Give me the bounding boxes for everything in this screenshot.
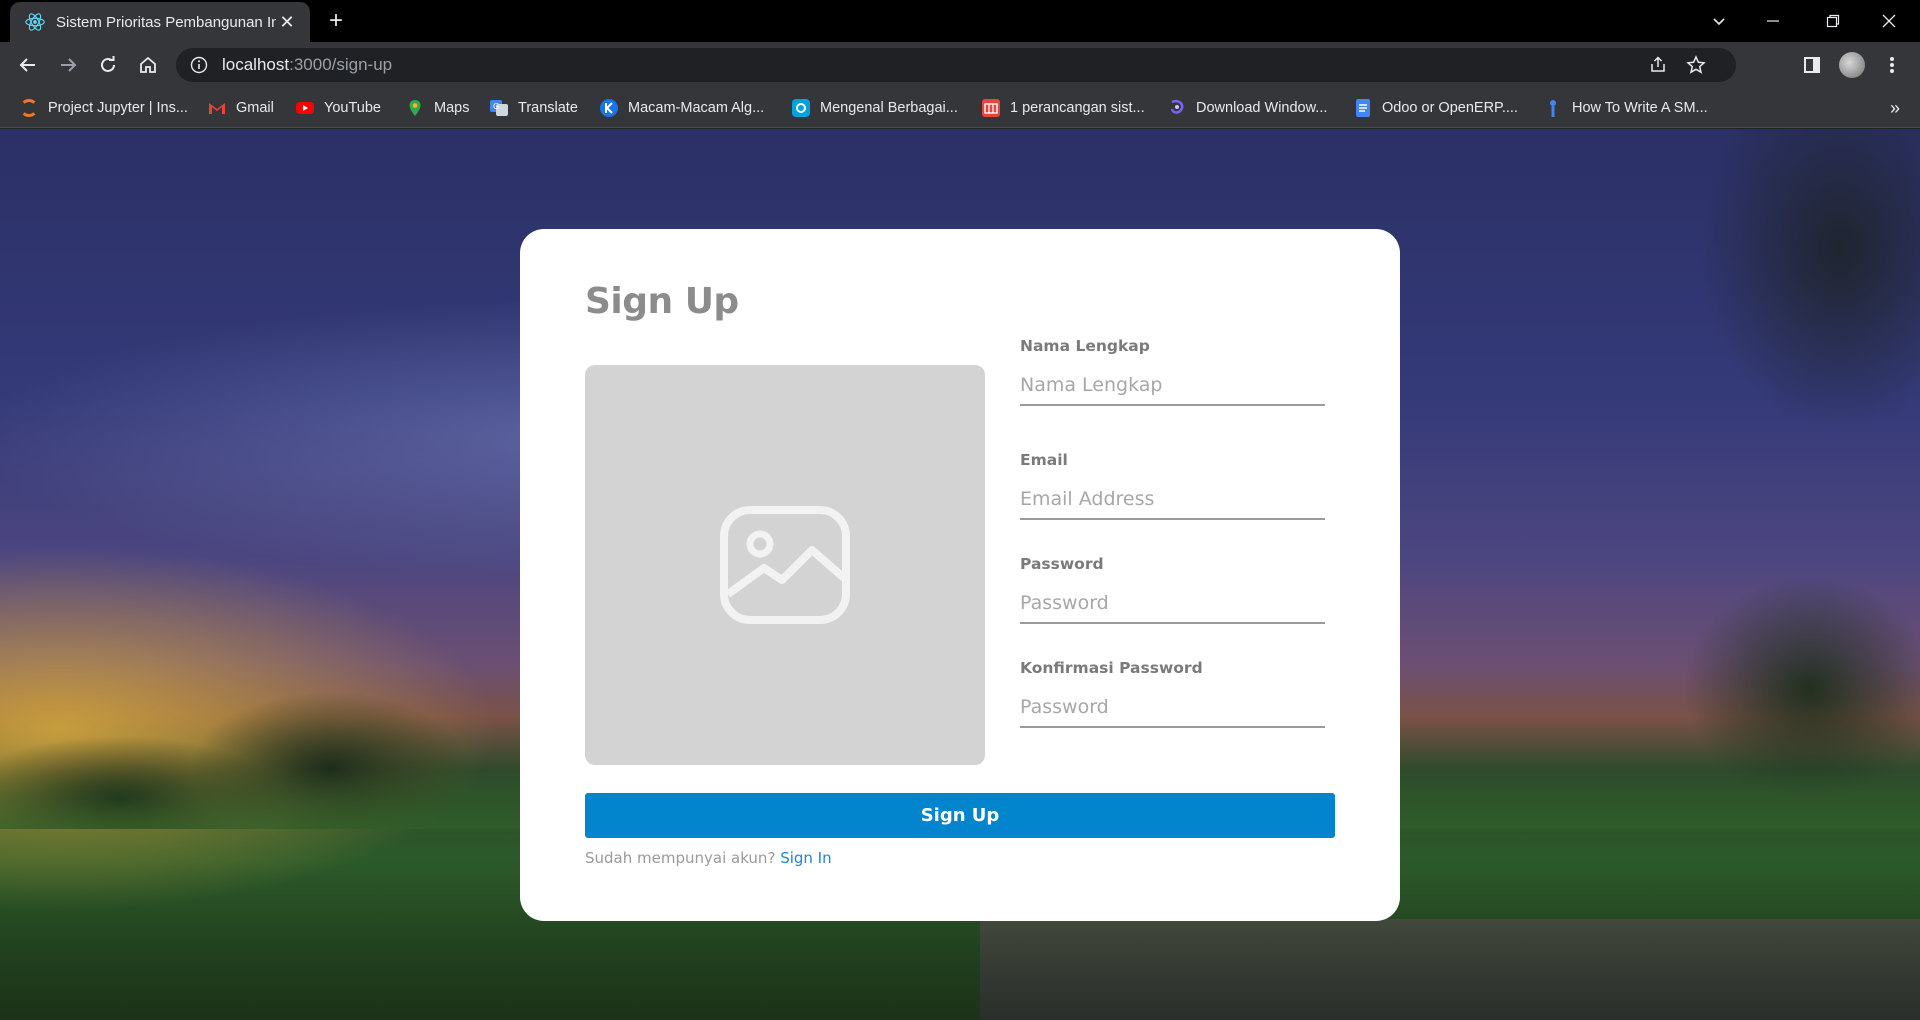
bookmark-item[interactable]: Project Jupyter | Ins... bbox=[20, 88, 188, 128]
menu-button[interactable] bbox=[1876, 49, 1908, 81]
email-input[interactable] bbox=[1020, 480, 1325, 520]
page-title: Sign Up bbox=[585, 281, 739, 322]
sign-in-link[interactable]: Sign In bbox=[780, 849, 831, 867]
info-icon[interactable] bbox=[190, 56, 208, 74]
bookmark-item[interactable]: G Translate bbox=[490, 88, 578, 128]
name-field: Nama Lengkap bbox=[1020, 336, 1325, 406]
bookmark-item[interactable]: 1 perancangan sist... bbox=[982, 88, 1145, 128]
bookmark-item[interactable]: Odoo or OpenERP.... bbox=[1354, 88, 1518, 128]
browser-tab[interactable]: Sistem Prioritas Pembangunan Infrastrukt… bbox=[10, 2, 310, 42]
bookmark-label: Translate bbox=[518, 100, 578, 116]
bookmark-label: Project Jupyter | Ins... bbox=[48, 100, 188, 116]
close-window-button[interactable] bbox=[1872, 6, 1906, 36]
reload-icon bbox=[101, 56, 115, 72]
gmail-icon bbox=[209, 103, 225, 114]
bookmark-item[interactable]: Download Window... bbox=[1168, 88, 1327, 128]
arrow-right-icon bbox=[61, 58, 77, 72]
k-icon bbox=[600, 99, 618, 117]
more-bookmarks-icon[interactable]: » bbox=[1890, 88, 1900, 128]
password-label: Password bbox=[1020, 555, 1104, 573]
home-button[interactable] bbox=[132, 49, 164, 81]
avatar bbox=[1839, 52, 1865, 78]
url-path: :3000/sign-up bbox=[289, 55, 393, 74]
forward-button[interactable] bbox=[52, 49, 84, 81]
background-water bbox=[980, 919, 1920, 1020]
sign-up-button[interactable]: Sign Up bbox=[585, 793, 1335, 838]
browser-toolbar: localhost:3000/sign-up bbox=[0, 42, 1920, 88]
share-icon[interactable] bbox=[1642, 48, 1674, 82]
browser-tab-strip: Sistem Prioritas Pembangunan Infrastrukt… bbox=[0, 0, 1920, 42]
email-label: Email bbox=[1020, 451, 1068, 469]
bookmark-item[interactable]: YouTube bbox=[296, 88, 381, 128]
bookmark-label: 1 perancangan sist... bbox=[1010, 100, 1145, 116]
email-field: Email bbox=[1020, 450, 1325, 520]
bookmark-label: YouTube bbox=[324, 100, 381, 116]
translate-icon: G bbox=[490, 100, 508, 116]
restore-button[interactable] bbox=[1816, 6, 1850, 36]
image-placeholder-icon bbox=[720, 506, 850, 624]
info-pin-icon bbox=[1550, 100, 1556, 117]
doc-icon bbox=[982, 99, 1000, 117]
arrow-left-icon bbox=[19, 58, 35, 72]
tab-search-icon[interactable] bbox=[1702, 6, 1736, 36]
confirm-password-label: Konfirmasi Password bbox=[1020, 659, 1203, 677]
confirm-password-input[interactable] bbox=[1020, 688, 1325, 728]
maps-icon bbox=[409, 100, 421, 116]
page-background: Sign Up Nama Lengkap Email Password Konf… bbox=[0, 129, 1920, 1020]
bookmark-label: Maps bbox=[434, 100, 470, 116]
star-icon[interactable] bbox=[1680, 48, 1712, 82]
jupyter-icon bbox=[20, 99, 38, 117]
bookmark-item[interactable]: Gmail bbox=[208, 88, 274, 128]
bookmark-label: How To Write A SM... bbox=[1572, 100, 1708, 116]
signin-prompt: Sudah mempunyai akun? Sign In bbox=[585, 849, 832, 867]
bookmark-label: Download Window... bbox=[1196, 100, 1328, 116]
bookmark-item[interactable]: How To Write A SM... bbox=[1544, 88, 1708, 128]
svg-text:G: G bbox=[493, 102, 499, 111]
download-icon bbox=[1170, 99, 1184, 114]
bookmark-item[interactable]: Maps bbox=[406, 88, 469, 128]
bookmark-label: Macam-Macam Alg... bbox=[628, 100, 765, 116]
back-button[interactable] bbox=[12, 49, 44, 81]
bookmark-label: Mengenal Berbagai... bbox=[820, 100, 958, 116]
profile-button[interactable] bbox=[1836, 49, 1868, 81]
bookmark-label: Odoo or OpenERP.... bbox=[1382, 100, 1518, 116]
more-vert-icon bbox=[1890, 57, 1894, 73]
profile-photo-upload[interactable] bbox=[585, 365, 985, 765]
close-tab-icon[interactable]: ✕ bbox=[276, 12, 298, 33]
bookmark-item[interactable]: Macam-Macam Alg... bbox=[600, 88, 764, 128]
youtube-icon bbox=[296, 102, 314, 114]
signin-prompt-text: Sudah mempunyai akun? bbox=[585, 849, 776, 867]
side-panel-icon bbox=[1804, 57, 1820, 73]
site-icon bbox=[792, 99, 810, 117]
home-icon bbox=[140, 56, 156, 73]
bookmark-item[interactable]: Mengenal Berbagai... bbox=[792, 88, 958, 128]
address-bar[interactable]: localhost:3000/sign-up bbox=[176, 48, 1736, 82]
docs-icon bbox=[1356, 99, 1370, 117]
bookmarks-bar: Project Jupyter | Ins... Gmail YouTube M… bbox=[0, 88, 1920, 128]
url-host: localhost bbox=[222, 55, 290, 74]
signup-card: Sign Up Nama Lengkap Email Password Konf… bbox=[520, 229, 1400, 921]
name-input[interactable] bbox=[1020, 366, 1325, 406]
name-label: Nama Lengkap bbox=[1020, 337, 1150, 355]
password-input[interactable] bbox=[1020, 584, 1325, 624]
new-tab-button[interactable]: + bbox=[322, 8, 350, 36]
minimize-button[interactable] bbox=[1756, 6, 1790, 36]
tab-title: Sistem Prioritas Pembangunan Infrastrukt… bbox=[56, 13, 276, 31]
password-field: Password bbox=[1020, 554, 1325, 624]
bookmark-label: Gmail bbox=[236, 100, 274, 116]
side-panel-button[interactable] bbox=[1796, 49, 1828, 81]
reload-button[interactable] bbox=[92, 49, 124, 81]
confirm-password-field: Konfirmasi Password bbox=[1020, 658, 1325, 728]
react-icon bbox=[25, 13, 45, 31]
